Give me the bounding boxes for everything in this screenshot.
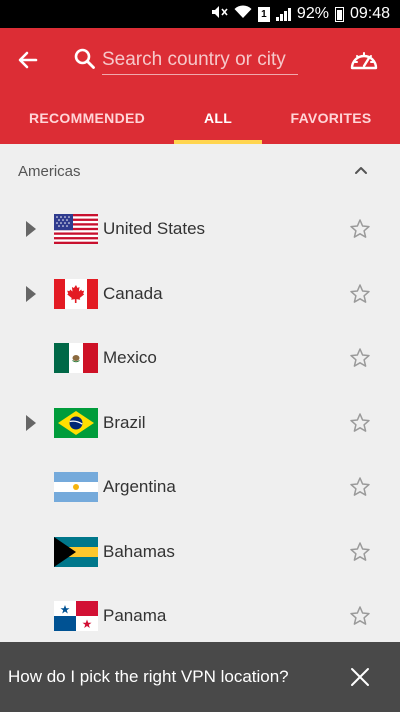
section-label: Americas — [18, 163, 81, 180]
tab-label: RECOMMENDED — [28, 110, 146, 126]
tab-label: ALL — [203, 110, 233, 126]
us-flag-icon — [54, 214, 98, 244]
sim-icon: 1 — [257, 6, 270, 22]
bahamas-flag-icon — [54, 537, 98, 567]
wifi-icon — [234, 4, 252, 24]
status-icons: 1 92% 09:48 — [210, 0, 390, 28]
help-snackbar[interactable]: How do I pick the right VPN location? — [0, 642, 400, 712]
expand-arrow-icon[interactable] — [25, 414, 37, 432]
tab-all[interactable]: ALL — [174, 100, 262, 144]
expand-arrow-icon[interactable] — [25, 285, 37, 303]
list-item-argentina[interactable]: Argentina — [0, 455, 400, 519]
canada-flag-icon — [54, 279, 98, 309]
tab-favorites[interactable]: FAVORITES — [262, 100, 400, 144]
star-icon[interactable] — [349, 218, 371, 240]
list-item-panama[interactable]: Panama — [0, 584, 400, 648]
speed-test-icon[interactable] — [348, 46, 380, 74]
search-icon — [72, 46, 98, 72]
back-arrow-icon[interactable] — [14, 46, 42, 74]
star-icon[interactable] — [349, 605, 371, 627]
expand-arrow-icon[interactable] — [25, 220, 37, 238]
list-item-united-states[interactable]: United States — [0, 197, 400, 261]
list-item-canada[interactable]: Canada — [0, 262, 400, 326]
status-bar: 1 92% 09:48 — [0, 0, 400, 28]
panama-flag-icon — [54, 601, 98, 631]
country-name: Mexico — [103, 348, 157, 367]
battery-icon — [334, 6, 344, 22]
mexico-flag-icon — [54, 343, 98, 373]
star-icon[interactable] — [349, 412, 371, 434]
battery-percent: 92% — [296, 5, 329, 22]
section-header-americas[interactable]: Americas — [0, 144, 400, 198]
brazil-flag-icon — [54, 408, 98, 438]
clock: 09:48 — [349, 5, 390, 22]
country-name: United States — [103, 219, 206, 238]
country-name: Argentina — [103, 477, 176, 496]
argentina-flag-icon — [54, 472, 98, 502]
list-item-brazil[interactable]: Brazil — [0, 391, 400, 455]
close-icon[interactable] — [349, 666, 371, 688]
snackbar-text[interactable]: How do I pick the right VPN location? — [8, 667, 289, 687]
app-bar: RECOMMENDED ALL FAVORITES — [0, 28, 400, 144]
star-icon[interactable] — [349, 347, 371, 369]
list-item-bahamas[interactable]: Bahamas — [0, 520, 400, 584]
country-name: Panama — [103, 606, 167, 625]
country-name: Bahamas — [103, 542, 175, 561]
search-input[interactable] — [102, 45, 298, 75]
chevron-up-icon[interactable] — [352, 162, 370, 180]
tab-label: FAVORITES — [290, 110, 372, 126]
mute-icon — [210, 5, 228, 23]
tab-bar: RECOMMENDED ALL FAVORITES — [0, 100, 400, 144]
star-icon[interactable] — [349, 283, 371, 305]
signal-icon — [275, 7, 291, 21]
country-name: Canada — [103, 284, 163, 303]
star-icon[interactable] — [349, 541, 371, 563]
country-name: Brazil — [103, 413, 146, 432]
list-item-mexico[interactable]: Mexico — [0, 326, 400, 390]
star-icon[interactable] — [349, 476, 371, 498]
tab-recommended[interactable]: RECOMMENDED — [0, 100, 174, 144]
